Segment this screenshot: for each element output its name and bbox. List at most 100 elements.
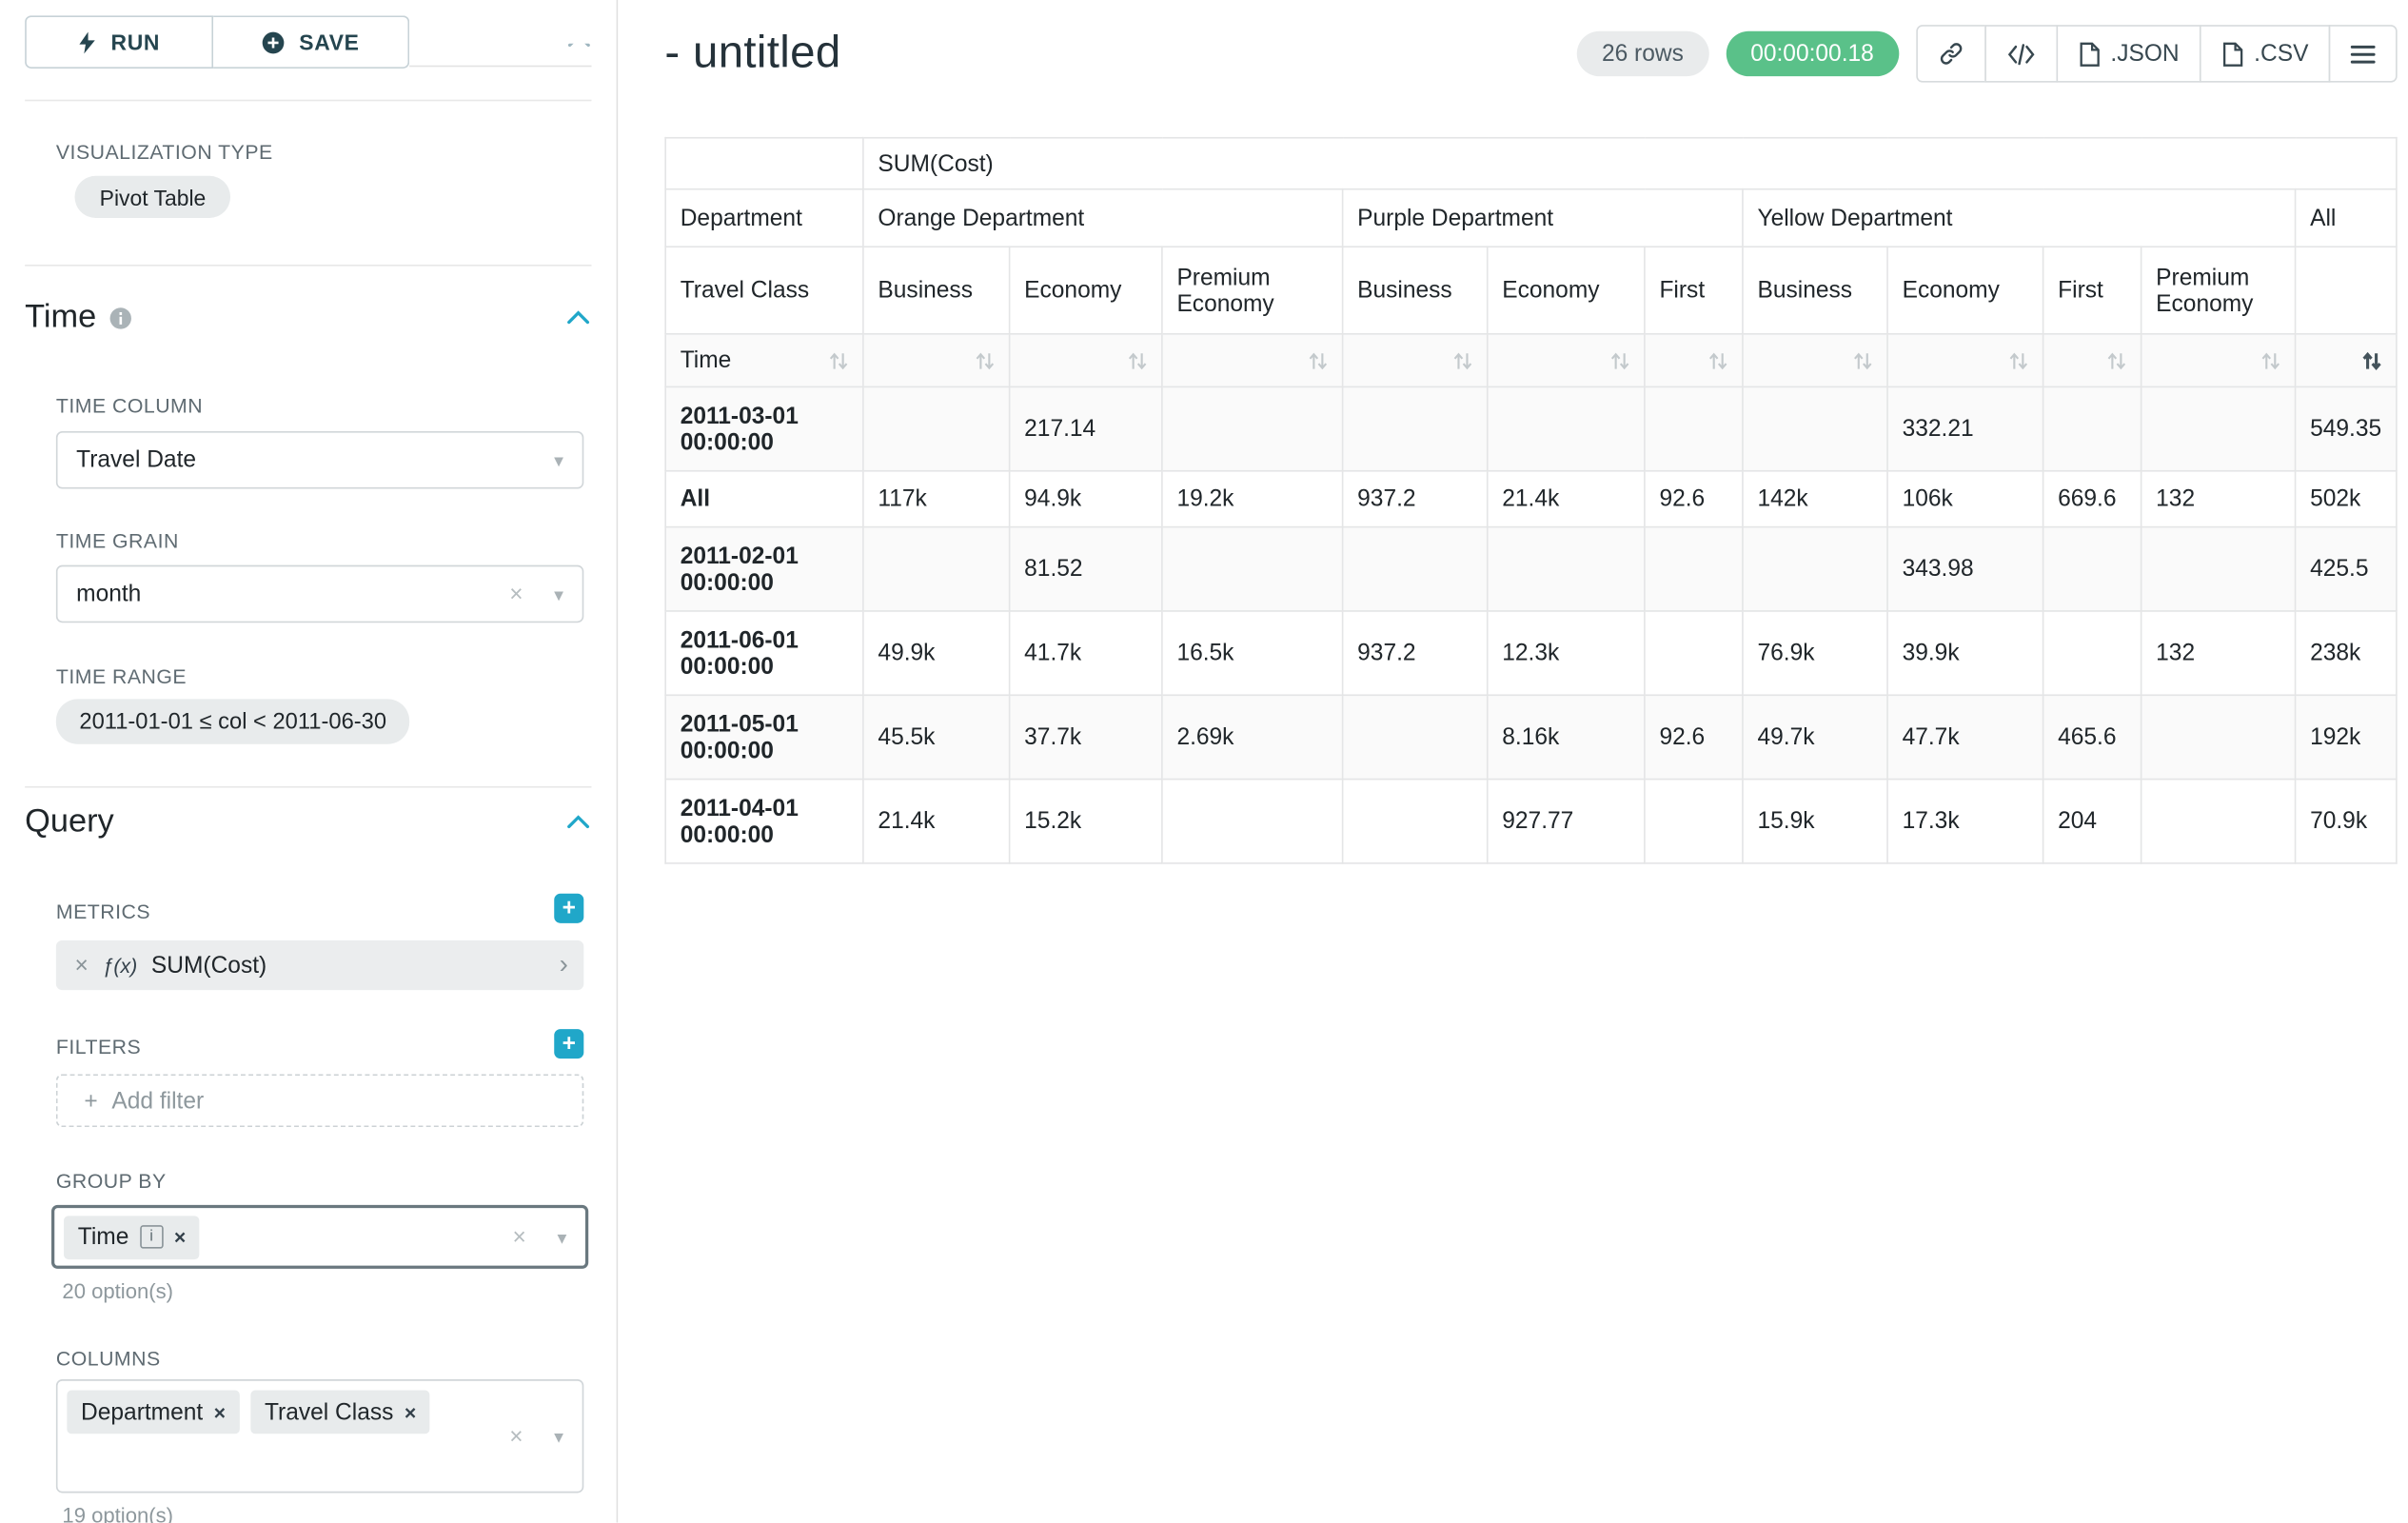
pivot-value-cell: 39.9k [1887,611,2043,695]
pivot-value-cell [863,386,1010,470]
divider [25,786,591,788]
query-section-title: Query [25,803,114,841]
pivot-class-header: Economy [1488,247,1645,334]
remove-metric-icon[interactable]: × [75,952,89,979]
pivot-class-dim-header: Travel Class [665,247,863,334]
pivot-sort-header [1343,334,1488,387]
add-filter-button[interactable]: + [554,1029,583,1058]
sort-icon[interactable] [2106,349,2126,371]
sort-icon[interactable] [1609,349,1629,371]
plus-icon: + [563,897,576,920]
export-button-group: .JSON .CSV [1916,25,2398,83]
sort-icon[interactable] [1852,349,1872,371]
chevron-up-icon[interactable] [565,814,592,829]
sort-icon[interactable] [1707,349,1727,371]
visualization-type-value[interactable]: Pivot Table [75,176,231,218]
info-badge-icon: i [140,1225,164,1249]
add-metric-button[interactable]: + [554,894,583,923]
chevron-up-icon[interactable] [566,44,591,49]
embed-code-button[interactable] [1984,25,2058,83]
pivot-value-cell [1645,386,1743,470]
pivot-value-cell: 49.9k [863,611,1010,695]
pivot-class-header: First [1645,247,1743,334]
sort-icon[interactable] [2008,349,2028,371]
remove-tag-icon[interactable]: × [405,1400,416,1424]
group-by-select[interactable]: Time i × × ▾ [51,1205,588,1269]
time-range-value[interactable]: 2011-01-01 ≤ col < 2011-06-30 [56,699,410,743]
remove-tag-icon[interactable]: × [214,1400,226,1424]
metric-chip[interactable]: × ƒ(x) SUM(Cost) › [56,940,583,990]
more-options-button[interactable] [2329,25,2398,83]
run-button[interactable]: RUN [25,15,213,69]
sort-icon[interactable] [1452,349,1472,371]
pivot-class-header: Business [1743,247,1887,334]
columns-tag[interactable]: Travel Class × [250,1391,430,1434]
pivot-value-cell: 142k [1743,471,1887,527]
clear-icon[interactable]: × [509,1424,523,1448]
pivot-corner-cell [665,138,863,189]
explore-view: RUN SAVE Chart Type VISUALIZATION TYPE P… [0,0,2408,1523]
export-csv-button[interactable]: .CSV [2200,25,2330,83]
pivot-value-cell [1343,527,1488,611]
metric-name: SUM(Cost) [151,952,266,979]
time-column-select[interactable]: Travel Date ▾ [56,431,583,489]
pivot-value-cell [1488,386,1645,470]
visualization-type-label: VISUALIZATION TYPE [56,140,273,164]
columns-tag[interactable]: Department × [67,1391,239,1434]
time-column-label: TIME COLUMN [56,394,203,418]
pivot-class-header: Economy [1887,247,2043,334]
copy-link-button[interactable] [1916,25,1986,83]
sort-icon[interactable] [1127,349,1147,371]
chevron-up-icon[interactable] [565,309,592,325]
sort-icon[interactable] [2260,349,2280,371]
pivot-value-cell [1743,386,1887,470]
sort-active-icon[interactable] [2361,349,2381,371]
save-button[interactable]: SAVE [213,15,409,69]
sort-icon[interactable] [828,349,848,371]
pivot-value-cell: 217.14 [1010,386,1162,470]
pivot-row-label: 2011-03-01 00:00:00 [665,386,863,470]
pivot-department-group-header: Orange Department [863,189,1343,247]
sort-icon[interactable] [975,349,995,371]
pivot-value-cell [2043,611,2142,695]
pivot-value-cell [1645,780,1743,863]
time-section-header[interactable]: Time [25,299,591,336]
chart-panel: - untitled 26 rows 00:00:00.18 .JSON [618,0,2408,1523]
pivot-value-cell [1743,527,1887,611]
pivot-time-dim-header: Time [665,334,863,387]
chart-title[interactable]: - untitled [664,28,840,79]
columns-select[interactable]: Department × Travel Class × × ▾ [56,1379,583,1493]
control-panel: RUN SAVE Chart Type VISUALIZATION TYPE P… [0,0,618,1523]
pivot-value-cell: 21.4k [863,780,1010,863]
time-grain-select[interactable]: month × ▾ [56,565,583,623]
pivot-sort-header [1645,334,1743,387]
pivot-sort-header [1743,334,1887,387]
pivot-value-cell: 19.2k [1162,471,1343,527]
pivot-value-cell: 238k [2296,611,2397,695]
pivot-row-label: 2011-04-01 00:00:00 [665,780,863,863]
pivot-sort-header [1010,334,1162,387]
pivot-sort-header [2043,334,2142,387]
add-filter-dropzone[interactable]: + Add filter [56,1074,583,1127]
pivot-value-cell: 192k [2296,695,2397,779]
sort-icon[interactable] [1308,349,1328,371]
group-by-tag[interactable]: Time i × [64,1216,200,1259]
plus-icon: + [563,1032,576,1056]
pivot-sort-header [1162,334,1343,387]
pivot-department-group-header: Yellow Department [1743,189,2296,247]
chevron-right-icon[interactable]: › [560,950,568,981]
pivot-value-cell: 21.4k [1488,471,1645,527]
clear-icon[interactable]: × [509,583,523,606]
pivot-value-cell: 549.35 [2296,386,2397,470]
query-section-header[interactable]: Query [25,803,591,841]
link-icon [1938,41,1964,68]
pivot-value-cell [2142,527,2296,611]
export-json-button[interactable]: .JSON [2056,25,2201,83]
pivot-value-cell [1488,527,1645,611]
columns-label: COLUMNS [56,1347,161,1371]
caret-down-icon: ▾ [557,1228,566,1247]
remove-tag-icon[interactable]: × [174,1225,186,1249]
row-count-badge: 26 rows [1577,31,1708,76]
add-filter-label: Add filter [111,1087,204,1114]
clear-icon[interactable]: × [512,1225,525,1249]
